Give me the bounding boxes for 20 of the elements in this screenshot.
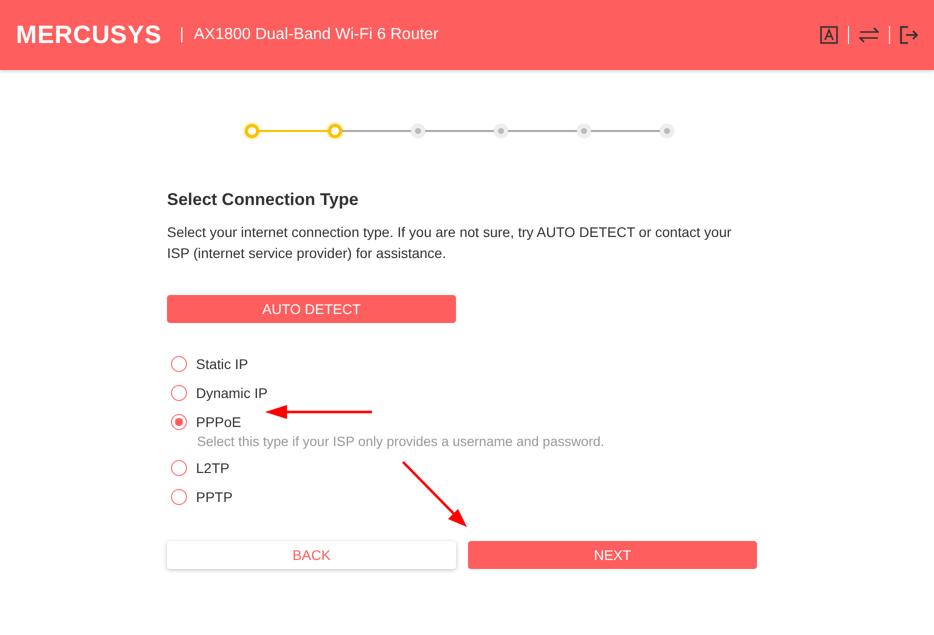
swap-arrows-icon[interactable] xyxy=(859,27,879,43)
option-label[interactable]: PPPoE xyxy=(196,414,242,430)
annotation-arrow xyxy=(402,461,467,527)
option-label[interactable]: PPTP xyxy=(196,488,233,504)
radio-button[interactable] xyxy=(171,488,187,504)
description-text: Select your internet connection type. If you are not sure, try AUTO DETECT or contact your ISP (internet service provider) for assistance. xyxy=(167,223,732,263)
option-label[interactable]: Static IP xyxy=(196,356,248,372)
radio-button[interactable] xyxy=(171,356,187,372)
radio-button[interactable] xyxy=(171,384,187,400)
logout-icon[interactable] xyxy=(900,26,918,44)
section-title: Select Connection Type xyxy=(167,190,360,210)
option-label[interactable]: Dynamic IP xyxy=(196,384,268,400)
radio-button[interactable] xyxy=(171,414,187,430)
brand-logo: MERCUSYS xyxy=(16,20,162,50)
model-name: AX1800 Dual-Band Wi-Fi 6 Router xyxy=(194,26,438,44)
option-label[interactable]: L2TP xyxy=(196,460,230,476)
language-icon[interactable] xyxy=(820,26,838,44)
radio-button[interactable] xyxy=(171,460,187,476)
header-separator: | xyxy=(180,26,184,44)
option-hint: Select this type if your ISP only provides a username and password. xyxy=(197,434,606,449)
